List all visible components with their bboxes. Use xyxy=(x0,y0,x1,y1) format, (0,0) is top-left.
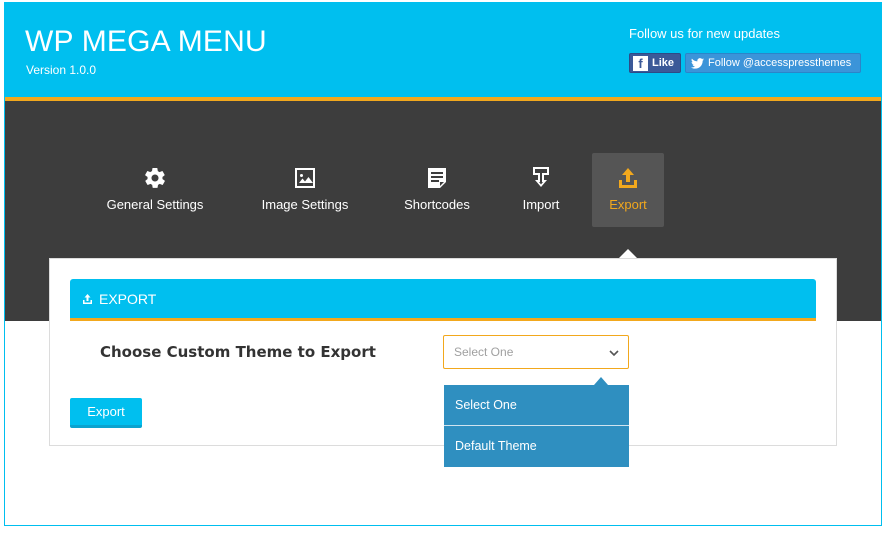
theme-select-label: Choose Custom Theme to Export xyxy=(100,343,376,361)
export-section-header: EXPORT xyxy=(70,279,816,321)
active-tab-pointer xyxy=(619,249,637,258)
follow-text: Follow us for new updates xyxy=(629,26,781,41)
twitter-follow-button[interactable]: Follow @accesspressthemes xyxy=(685,53,861,73)
theme-select-dropdown: Select One Default Theme xyxy=(444,385,629,467)
tab-general-settings-label: General Settings xyxy=(106,197,204,212)
export-button[interactable]: Export xyxy=(70,398,142,428)
import-icon xyxy=(530,165,552,191)
dropdown-option-default-theme[interactable]: Default Theme xyxy=(444,426,629,466)
document-icon xyxy=(425,165,449,191)
facebook-icon: f xyxy=(633,55,648,71)
export-icon xyxy=(617,165,639,191)
twitter-icon xyxy=(691,57,704,69)
dropdown-pointer xyxy=(594,377,608,385)
tab-image-settings[interactable]: Image Settings xyxy=(245,153,365,227)
plugin-version: Version 1.0.0 xyxy=(26,63,97,77)
image-icon xyxy=(293,165,317,191)
export-icon xyxy=(82,293,93,305)
app-frame: WP MEGA MENU Version 1.0.0 Follow us for… xyxy=(4,2,882,526)
twitter-follow-label: Follow @accesspressthemes xyxy=(708,57,852,69)
gear-icon xyxy=(143,165,167,191)
tab-general-settings[interactable]: General Settings xyxy=(95,153,215,227)
tab-export-label: Export xyxy=(609,197,647,212)
facebook-like-button[interactable]: f Like xyxy=(629,53,681,73)
plugin-title: WP MEGA MENU xyxy=(25,25,267,58)
tab-shortcodes[interactable]: Shortcodes xyxy=(389,153,485,227)
theme-select-value: Select One xyxy=(454,345,514,359)
export-panel: EXPORT Choose Custom Theme to Export Sel… xyxy=(49,258,837,446)
chevron-down-icon xyxy=(609,347,619,361)
export-section-title: EXPORT xyxy=(99,290,157,307)
tab-shortcodes-label: Shortcodes xyxy=(404,197,470,212)
settings-nav: General Settings Image Settings Shortcod… xyxy=(5,153,881,229)
facebook-like-label: Like xyxy=(652,57,675,69)
tab-image-settings-label: Image Settings xyxy=(261,197,349,212)
dropdown-option-select-one[interactable]: Select One xyxy=(444,385,629,426)
header: WP MEGA MENU Version 1.0.0 Follow us for… xyxy=(5,3,881,101)
tab-export[interactable]: Export xyxy=(592,153,664,227)
theme-select[interactable]: Select One xyxy=(443,335,629,369)
tab-import[interactable]: Import xyxy=(509,153,573,227)
tab-import-label: Import xyxy=(522,197,560,212)
